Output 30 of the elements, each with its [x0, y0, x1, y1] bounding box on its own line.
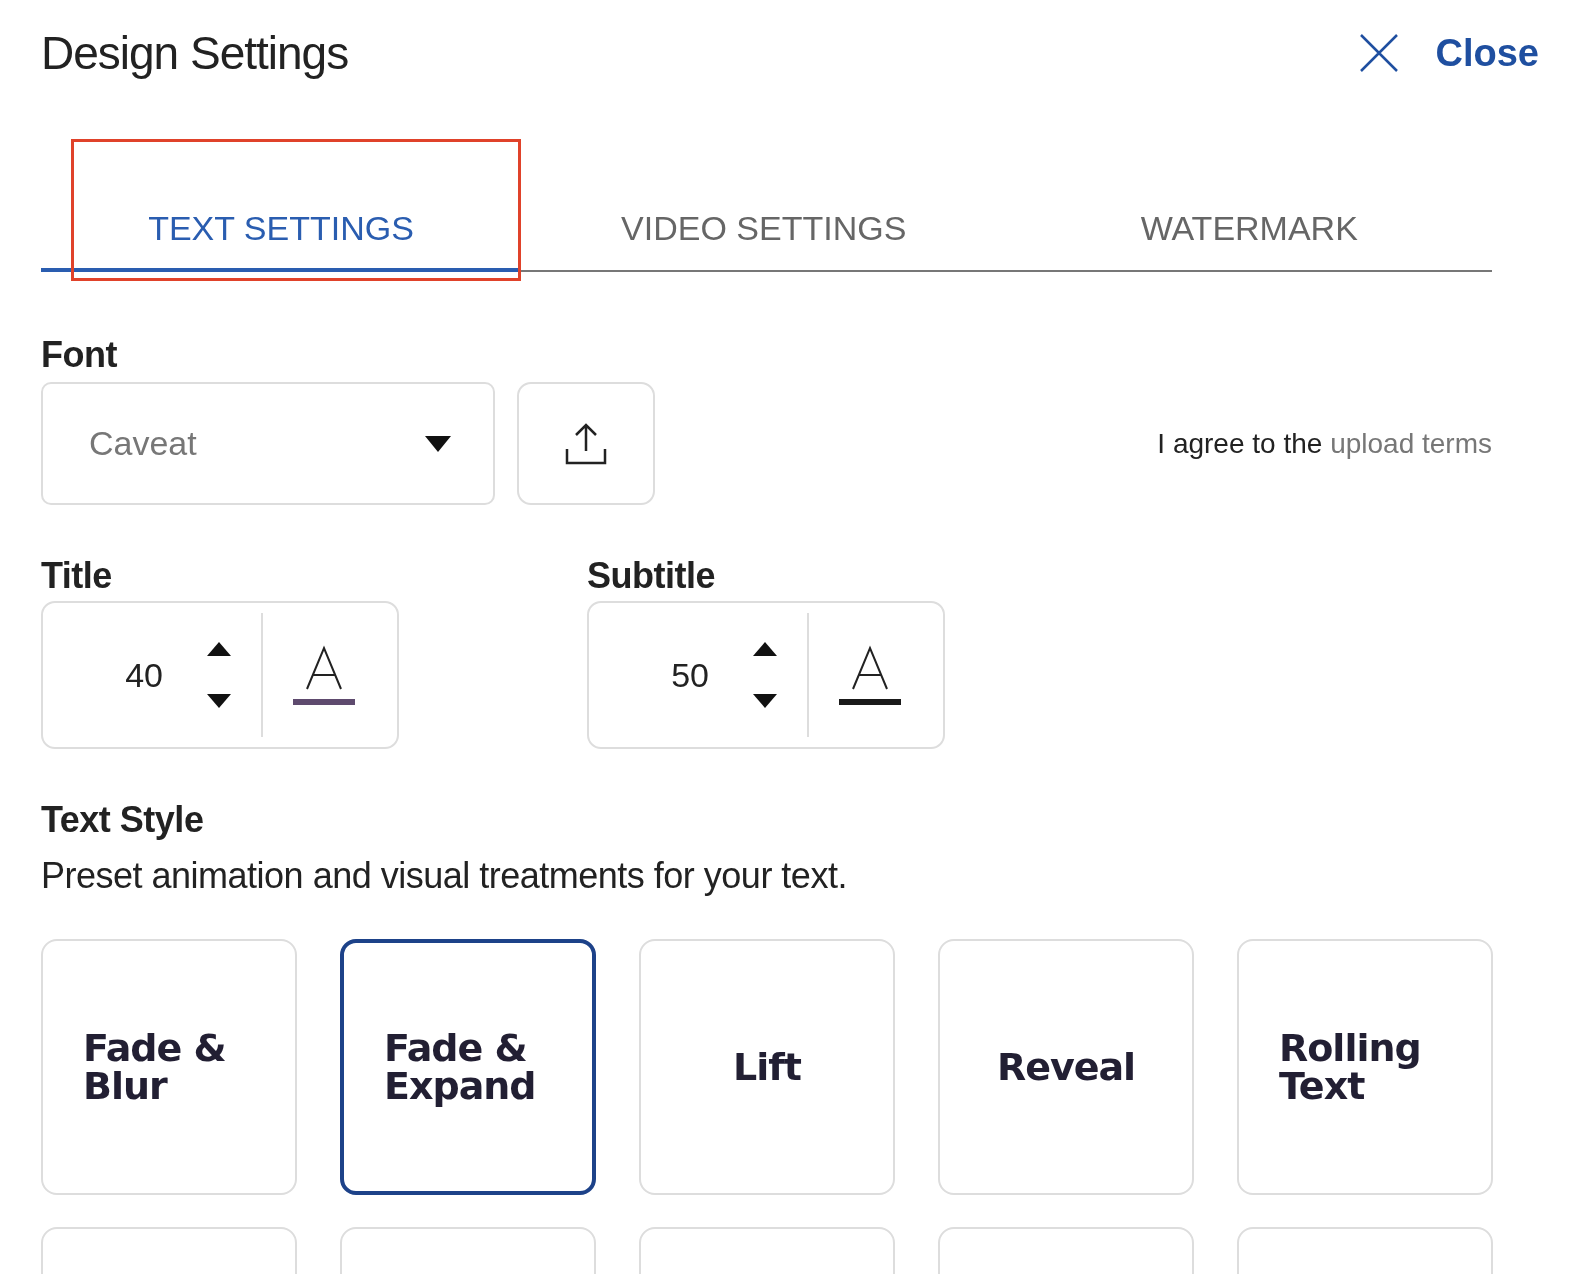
style-preset-card[interactable]: Rolling Text — [1237, 939, 1493, 1195]
close-icon — [1357, 32, 1400, 74]
close-button[interactable]: Close — [1357, 31, 1539, 75]
size-value: 40 — [124, 655, 163, 695]
terms-text: I agree to the upload terms — [1157, 427, 1492, 460]
tab[interactable]: TEXT SETTINGS — [41, 188, 521, 272]
field-label: Font — [41, 334, 118, 376]
tab[interactable]: WATERMARK — [1006, 188, 1492, 272]
decrease-button[interactable] — [205, 692, 233, 710]
terms-link[interactable]: upload terms — [1330, 427, 1492, 459]
dialog-title: Design Settings — [41, 26, 349, 80]
style-preset-card[interactable]: Fade & Blur — [41, 939, 297, 1195]
style-preset-card[interactable]: Reveal — [938, 939, 1194, 1195]
text-color-button[interactable] — [293, 645, 355, 705]
increase-button[interactable] — [751, 640, 779, 658]
style-preset-card[interactable]: Fade & Expand — [340, 939, 596, 1195]
style-preset-card[interactable]: Lift — [639, 939, 895, 1195]
section-heading: Text Style — [41, 799, 205, 841]
decrease-button[interactable] — [751, 692, 779, 710]
tab[interactable]: VIDEO SETTINGS — [521, 188, 1007, 272]
font-dropdown[interactable]: Caveat — [41, 382, 495, 505]
size-stepper[interactable]: 40 — [41, 601, 399, 749]
size-value: 50 — [670, 655, 709, 695]
field-label: Subtitle — [587, 555, 716, 597]
field-label: Title — [41, 555, 113, 597]
size-stepper[interactable]: 50 — [587, 601, 945, 749]
caret-icon — [425, 435, 451, 452]
increase-button[interactable] — [205, 640, 233, 658]
text-color-button[interactable] — [839, 645, 901, 705]
section-description: Preset animation and visual treatments for your text. — [41, 855, 848, 897]
